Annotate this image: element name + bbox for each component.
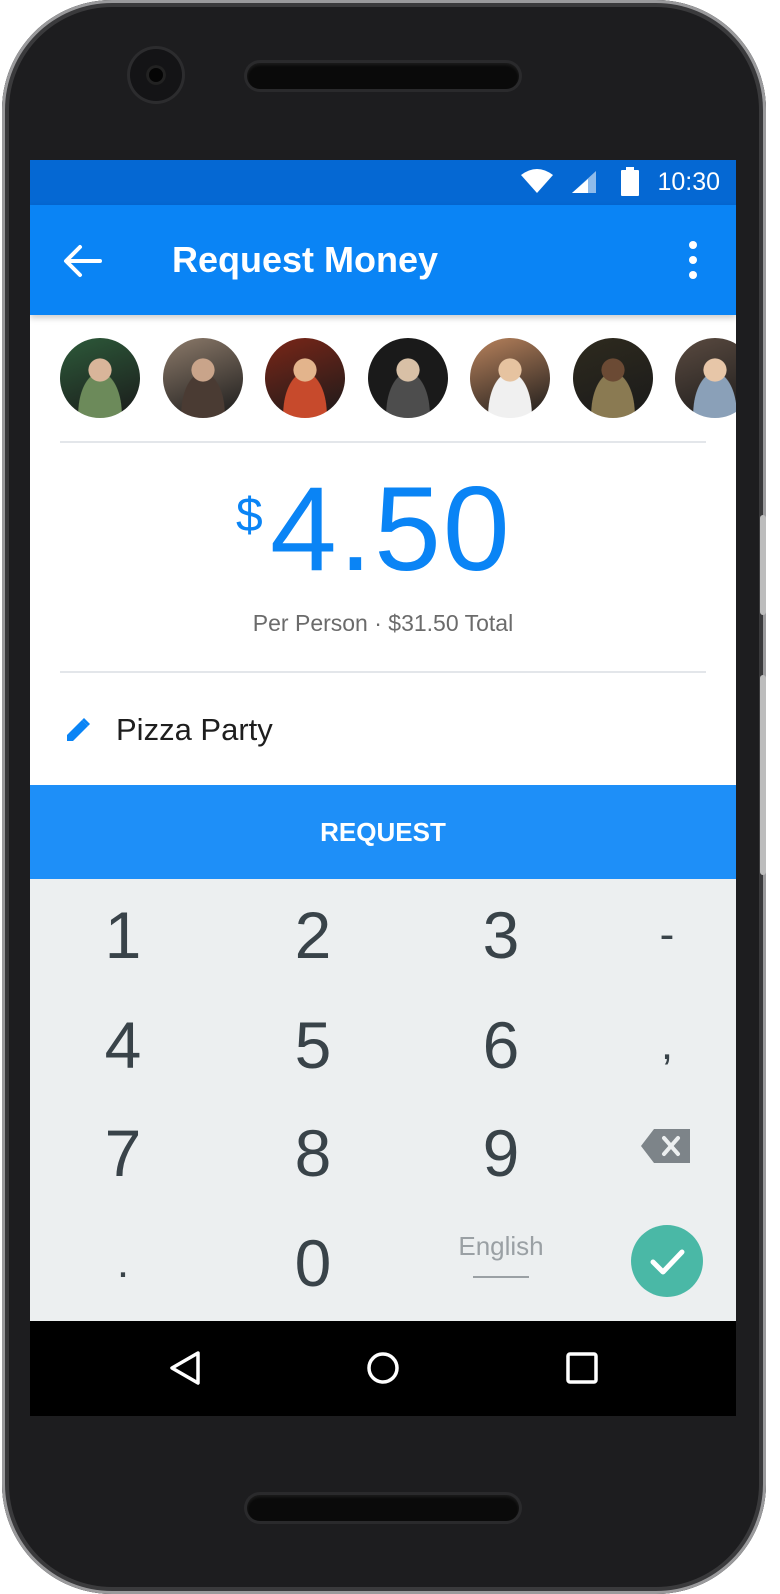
recipient-avatars [60, 338, 736, 418]
avatar-7[interactable] [675, 338, 736, 418]
top-speaker [247, 63, 519, 89]
key-8[interactable]: 8 [238, 1103, 388, 1203]
wifi-icon [521, 169, 553, 193]
key-dash[interactable]: - [592, 885, 736, 985]
language-underline [473, 1276, 529, 1278]
avatar-6[interactable] [572, 338, 653, 418]
confirm-button[interactable] [631, 1225, 703, 1297]
key-1[interactable]: 1 [48, 885, 198, 985]
language-label: English [458, 1231, 544, 1261]
backspace-icon[interactable] [640, 1127, 692, 1165]
key-0[interactable]: 0 [238, 1213, 388, 1313]
arrow-left-icon[interactable] [60, 239, 104, 283]
page-title: Request Money [172, 239, 439, 280]
key-3[interactable]: 3 [426, 885, 576, 985]
divider-bottom [60, 671, 706, 673]
signal-icon [572, 171, 596, 193]
home-circle-icon[interactable] [363, 1348, 403, 1388]
key-5[interactable]: 5 [238, 995, 388, 1095]
amount-subtitle: Per Person · $31.50 Total [252, 610, 514, 636]
more-vertical-icon[interactable] [680, 237, 706, 283]
language-switch[interactable]: English [436, 1231, 566, 1278]
status-bar: 10:30 [30, 160, 736, 205]
amount-currency: $ [236, 489, 263, 542]
request-button[interactable]: REQUEST [30, 785, 736, 879]
app-bar: Request Money [30, 205, 736, 315]
key-comma[interactable]: , [592, 995, 736, 1095]
recents-square-icon[interactable] [562, 1348, 602, 1388]
amount-value: 4.50 [270, 462, 512, 596]
status-time: 10:30 [657, 168, 720, 196]
battery-icon [621, 167, 639, 196]
memo-field[interactable]: Pizza Party [30, 700, 736, 760]
power-button [760, 515, 766, 615]
phone-frame: 10:30 Request Money $ 4.50 Per Person · … [2, 0, 766, 1594]
system-nav-bar [30, 1321, 736, 1416]
check-icon [650, 1249, 685, 1275]
back-triangle-icon[interactable] [166, 1348, 206, 1388]
front-camera [130, 49, 182, 101]
numeric-keypad: 1 2 3 - 4 5 6 , 7 8 9 . 0 English [30, 879, 736, 1321]
avatar-5[interactable] [470, 338, 550, 418]
key-period[interactable]: . [48, 1213, 198, 1313]
pencil-icon [67, 718, 90, 741]
avatar-4[interactable] [367, 338, 448, 418]
bottom-speaker [247, 1495, 519, 1521]
key-4[interactable]: 4 [48, 995, 198, 1095]
memo-text: Pizza Party [116, 712, 273, 747]
key-9[interactable]: 9 [426, 1103, 576, 1203]
screen: 10:30 Request Money $ 4.50 Per Person · … [30, 160, 736, 1416]
key-2[interactable]: 2 [238, 885, 388, 985]
avatar-1[interactable] [60, 338, 140, 418]
divider-top [60, 441, 706, 443]
key-6[interactable]: 6 [426, 995, 576, 1095]
volume-button [760, 675, 766, 875]
avatar-2[interactable] [162, 338, 243, 418]
key-7[interactable]: 7 [48, 1103, 198, 1203]
avatar-3[interactable] [265, 338, 345, 418]
